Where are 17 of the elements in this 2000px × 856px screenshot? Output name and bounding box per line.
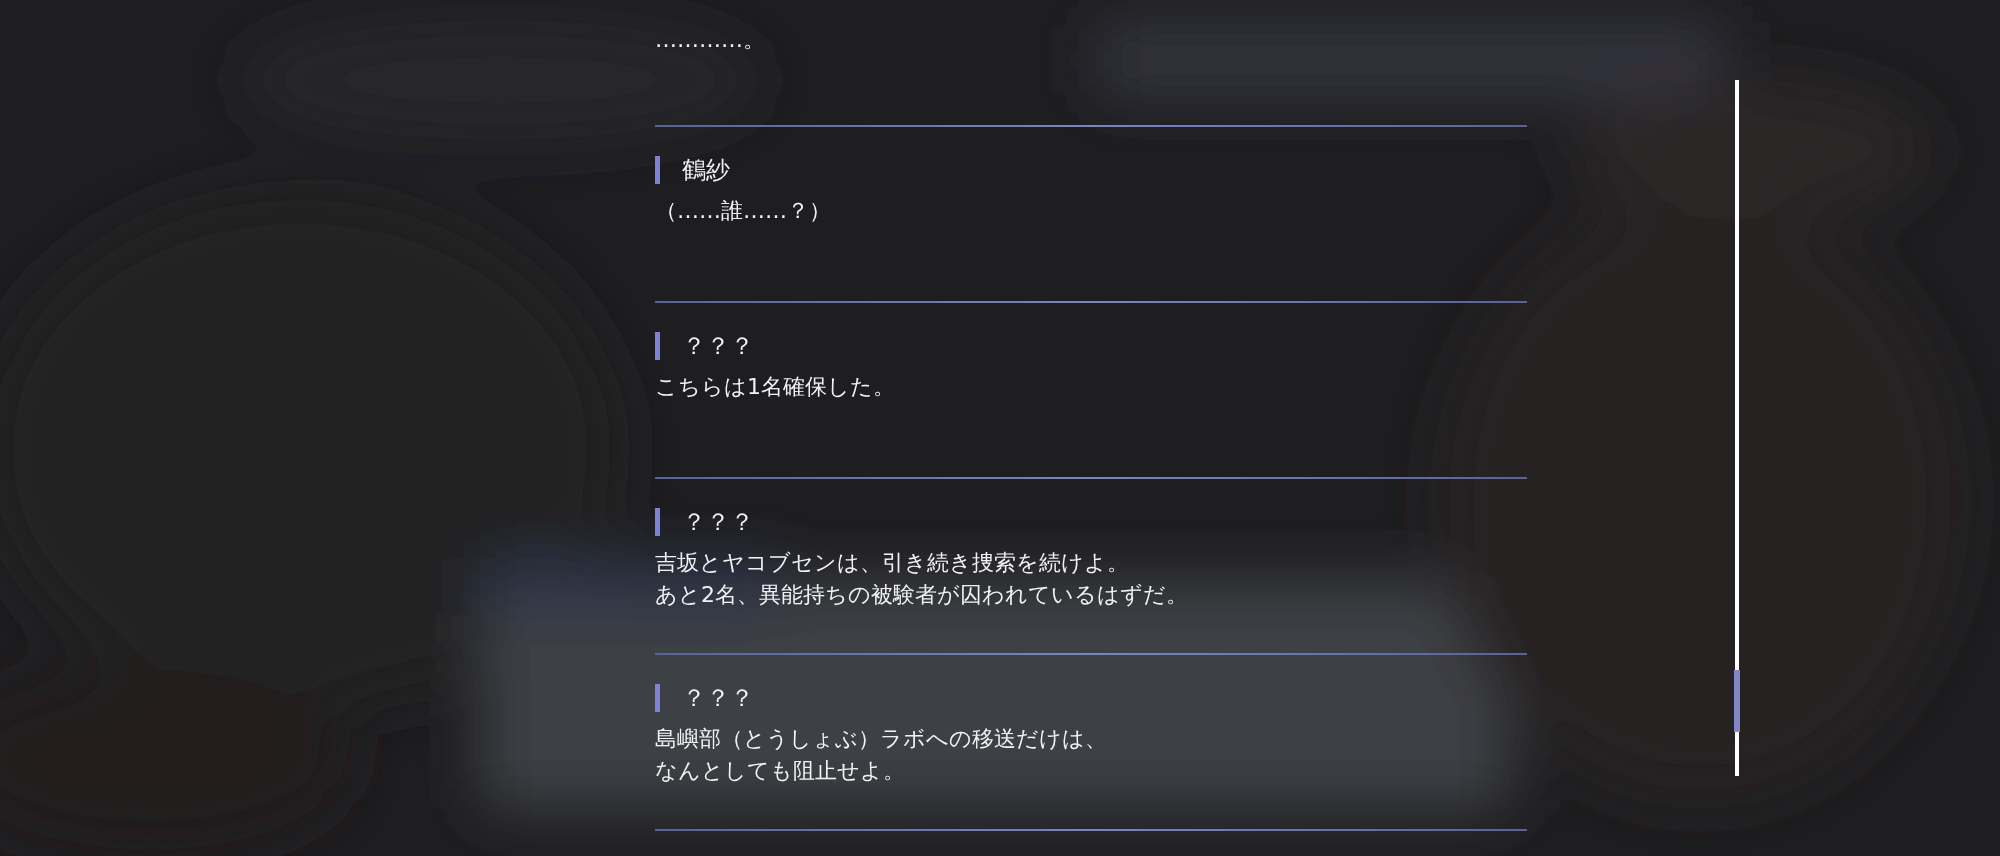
- dialogue-line: 島嶼部（とうしょぶ）ラボへの移送だけは、: [655, 725, 1107, 753]
- scrollbar-thumb[interactable]: [1734, 670, 1740, 732]
- dialogue-line: なんとしても阻止せよ。: [655, 757, 905, 785]
- dialogue-line: あと2名、異能持ちの被験者が囚われているはずだ。: [655, 581, 1188, 609]
- name-marker: [655, 156, 660, 184]
- dialogue-line: こちらは1名確保した。: [655, 373, 895, 401]
- speaker-name: ？？？: [682, 507, 754, 537]
- dialogue-line: 吉坂とヤコブセンは、引き続き捜索を続けよ。: [655, 549, 1129, 577]
- scrollbar-track[interactable]: [1735, 80, 1739, 776]
- name-marker: [655, 332, 660, 360]
- dialogue-line: （……誰……？）: [655, 197, 831, 225]
- dialogue-line: …………。: [655, 26, 765, 54]
- speaker-name: 鶴紗: [682, 155, 730, 185]
- speaker-name: ？？？: [682, 331, 754, 361]
- name-marker: [655, 508, 660, 536]
- name-marker: [655, 684, 660, 712]
- speaker-name: ？？？: [682, 683, 754, 713]
